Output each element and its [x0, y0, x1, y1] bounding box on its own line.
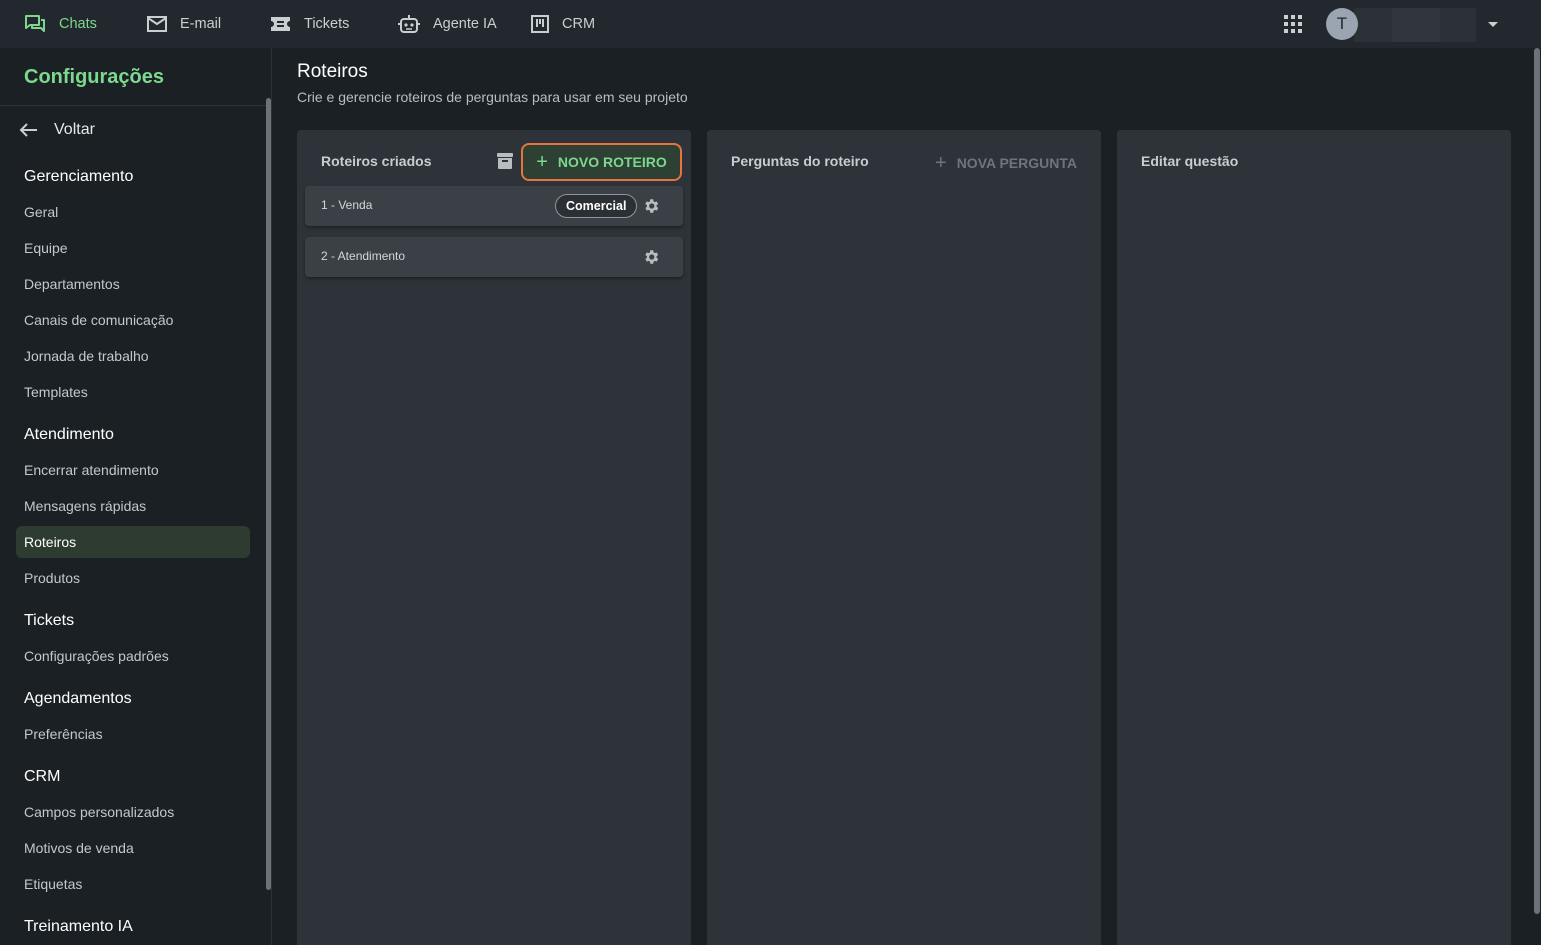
perguntas-panel: Perguntas do roteiro + NOVA PERGUNTA [707, 130, 1101, 945]
sidebar-item-templates[interactable]: Templates [16, 376, 250, 408]
sidebar-item-preferencias[interactable]: Preferências [16, 718, 250, 750]
apps-grid-icon[interactable] [1284, 15, 1302, 33]
roteiros-panel-title: Roteiros criados [321, 153, 432, 169]
back-label: Voltar [54, 121, 95, 138]
nav-tickets[interactable]: Tickets [270, 0, 349, 48]
sidebar-item-mensagens[interactable]: Mensagens rápidas [16, 490, 250, 522]
nav-chats-label: Chats [59, 16, 97, 32]
plus-icon: + [536, 151, 548, 173]
sidebar-item-departamentos[interactable]: Departamentos [16, 268, 250, 300]
user-name-redacted[interactable] [1354, 8, 1476, 42]
section-tickets: Tickets [24, 612, 75, 629]
arrow-left-icon [19, 123, 37, 137]
nova-pergunta-button[interactable]: + NOVA PERGUNTA [935, 153, 1077, 173]
nova-pergunta-label: NOVA PERGUNTA [956, 155, 1077, 171]
settings-sidebar: Configurações Voltar Gerenciamento Geral… [0, 48, 272, 945]
nav-tickets-label: Tickets [304, 16, 350, 32]
sidebar-item-etiquetas[interactable]: Etiquetas [16, 868, 250, 900]
nav-crm-label: CRM [562, 16, 596, 32]
nav-crm[interactable]: CRM [531, 0, 595, 48]
roteiro-item[interactable]: 1 - Venda Comercial [305, 186, 683, 226]
roteiros-panel: Roteiros criados + NOVO ROTEIRO 1 - Vend… [297, 130, 691, 945]
sidebar-scrollbar[interactable] [266, 98, 271, 890]
nav-email[interactable]: E-mail [147, 0, 221, 48]
plus-icon: + [935, 152, 947, 174]
gear-icon[interactable] [642, 248, 660, 266]
novo-roteiro-button[interactable]: + NOVO ROTEIRO [521, 143, 682, 181]
sidebar-item-config-padroes[interactable]: Configurações padrões [16, 640, 250, 672]
mail-icon [147, 16, 167, 32]
ticket-icon [271, 17, 290, 31]
avatar[interactable]: T [1326, 8, 1358, 40]
sidebar-item-campos[interactable]: Campos personalizados [16, 796, 250, 828]
kanban-icon [531, 15, 549, 33]
roteiro-item[interactable]: 2 - Atendimento [305, 237, 683, 277]
sidebar-item-produtos[interactable]: Produtos [16, 562, 250, 594]
sidebar-item-motivos[interactable]: Motivos de venda [16, 832, 250, 864]
roteiro-item-label: 1 - Venda [321, 198, 373, 212]
editar-panel-title: Editar questão [1141, 153, 1239, 169]
back-button[interactable]: Voltar [18, 118, 95, 142]
section-agendamentos: Agendamentos [24, 690, 132, 707]
sidebar-item-canais[interactable]: Canais de comunicação [16, 304, 250, 336]
sidebar-item-equipe[interactable]: Equipe [16, 232, 250, 264]
page-title: Roteiros [297, 61, 368, 82]
top-navigation-bar: Chats E-mail Tickets Agente IA CRM T [0, 0, 1541, 48]
nav-email-label: E-mail [180, 16, 222, 32]
sidebar-divider [0, 105, 266, 106]
section-atendimento: Atendimento [24, 426, 114, 443]
main-scrollbar[interactable] [1534, 48, 1540, 914]
sidebar-item-geral[interactable]: Geral [16, 196, 250, 228]
nav-agente-ia[interactable]: Agente IA [398, 0, 497, 48]
chevron-down-icon[interactable] [1488, 22, 1498, 27]
gear-icon[interactable] [642, 197, 660, 215]
section-crm: CRM [24, 768, 61, 785]
sidebar-item-jornada[interactable]: Jornada de trabalho [16, 340, 250, 372]
robot-icon [398, 15, 420, 33]
editar-panel: Editar questão [1117, 130, 1511, 945]
sidebar-title: Configurações [24, 66, 165, 88]
chat-icon [25, 15, 45, 32]
section-gerenciamento: Gerenciamento [24, 168, 134, 185]
archive-icon[interactable] [496, 152, 514, 170]
sidebar-item-roteiros[interactable]: Roteiros [16, 526, 250, 558]
nav-chats[interactable]: Chats [24, 0, 97, 48]
sidebar-item-encerrar[interactable]: Encerrar atendimento [16, 454, 250, 486]
perguntas-panel-title: Perguntas do roteiro [731, 153, 869, 169]
section-treinamento-ia: Treinamento IA [24, 918, 133, 935]
roteiro-item-label: 2 - Atendimento [321, 249, 406, 263]
page-subtitle: Crie e gerencie roteiros de perguntas pa… [297, 89, 688, 105]
nav-agente-ia-label: Agente IA [433, 16, 497, 32]
roteiro-tag-chip: Comercial [555, 194, 638, 218]
novo-roteiro-label: NOVO ROTEIRO [557, 154, 667, 170]
